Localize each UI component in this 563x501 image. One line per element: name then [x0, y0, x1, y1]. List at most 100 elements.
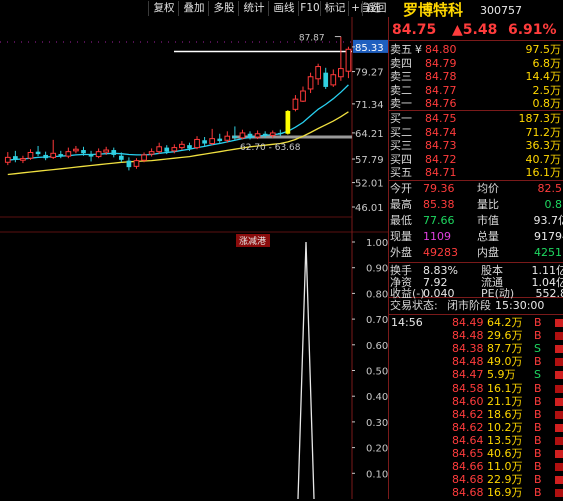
tick-flag [555, 463, 563, 471]
stat-value: 85.38 [423, 197, 455, 213]
candle-body [210, 139, 215, 144]
candle-body [127, 161, 132, 168]
multi-stock-button[interactable]: 多股 [208, 1, 239, 16]
indicator-axis-label: 0.90 [366, 264, 388, 275]
candle-body [119, 156, 124, 160]
price-chart[interactable]: 87.8762.70 - 63.68 85.3379.2771.3464.215… [0, 17, 388, 499]
stat-row[interactable]: 今开79.36均价82.51 [389, 181, 563, 197]
tick-flag [555, 385, 563, 393]
price-axis-label: 52.01 [355, 179, 384, 190]
candle-body [149, 152, 154, 154]
indicator-axis-label: 0.80 [366, 289, 388, 300]
stat-row[interactable]: 外盘 49283 内盘 42511 [389, 245, 563, 261]
bid-row[interactable]: 买五84.7116.1万 [389, 165, 563, 181]
ask-label: 卖一 [390, 96, 412, 112]
candle-body [157, 147, 162, 152]
candle-body [36, 152, 41, 154]
stock-code: 300757 [480, 3, 522, 19]
tick-flag [555, 489, 563, 497]
candle-body [164, 148, 169, 152]
candle-body [301, 91, 306, 101]
horizontal-levels [174, 52, 352, 138]
bid-price: 84.71 [425, 165, 457, 181]
candle-body [111, 150, 116, 155]
ask-volume: 0.8万 [533, 96, 562, 112]
statistics-button[interactable]: 统计 [238, 1, 269, 16]
stat-label: 内盘 [477, 245, 499, 261]
candle-body [43, 155, 48, 158]
stat-row[interactable]: 最低77.66市值93.7亿 [389, 213, 563, 229]
candle-body [248, 134, 253, 137]
candle-body [96, 152, 101, 157]
mark-button[interactable]: 标记 [320, 1, 349, 16]
candle-body [323, 73, 328, 87]
indicator-axis-label: 0.20 [366, 444, 388, 455]
ask-price: 84.76 [425, 96, 457, 112]
stat-value: 0.87 [545, 197, 563, 213]
candle-body [293, 99, 298, 109]
tick-flag [555, 358, 563, 366]
price-axis-label: 79.27 [355, 68, 384, 79]
price-change: ▲5.48 [452, 22, 497, 38]
bid-volume: 16.1万 [526, 165, 562, 181]
indicator-axis-label: 1.00 [366, 238, 388, 249]
stat-label: 量比 [477, 197, 499, 213]
tick-flag [555, 345, 563, 353]
candle-body [255, 134, 260, 137]
finance-value: 0.040 [423, 286, 455, 302]
price-axis-label: 46.01 [355, 203, 384, 214]
finance-label: PE(动) [481, 286, 514, 302]
ask-row[interactable]: 卖一 84.76 0.8万 [389, 96, 563, 112]
moving-averages [8, 85, 349, 175]
stat-label: 外盘 [390, 245, 412, 261]
indicator-axis-label: 0.50 [366, 367, 388, 378]
price-summary: 84.75 ▲5.48 6.91% [389, 22, 563, 40]
range-annotation: 62.70 - 63.68 [240, 143, 301, 153]
price-axis-label: 71.34 [355, 100, 384, 111]
stat-value: 42511 [534, 245, 563, 261]
tick-flag [555, 437, 563, 445]
candle-body [316, 67, 321, 79]
tick-flag [555, 476, 563, 484]
candle-body [180, 144, 185, 147]
tick-flag [555, 450, 563, 458]
restore-rights-button[interactable]: 复权 [148, 1, 179, 16]
finance-value: 552.8 [536, 286, 563, 302]
last-price: 84.75 [392, 22, 436, 38]
tick-flag [555, 371, 563, 379]
stat-label: 市值 [477, 213, 499, 229]
stat-row[interactable]: 现量1109总量91794 [389, 229, 563, 245]
indicator-title: 涨减港 [239, 235, 266, 247]
tick-flag [555, 319, 563, 327]
stat-label: 均价 [477, 181, 499, 197]
indicator-pane: 涨减港1.000.900.800.700.600.500.400.300.200… [236, 234, 388, 499]
price-change-pct: 6.91% [508, 22, 557, 38]
candle-body [142, 155, 147, 160]
candle-body [270, 133, 275, 135]
candle-body [346, 49, 351, 71]
f10-button[interactable]: F10 [298, 1, 321, 16]
stat-value: 91794 [534, 229, 563, 245]
finance-label: 收益(-) [390, 286, 425, 302]
draw-line-button[interactable]: 画线 [268, 1, 299, 16]
indicator-axis-label: 0.40 [366, 392, 388, 403]
stat-label: 最高 [390, 197, 412, 213]
price-axis: 85.3379.2771.3464.2157.7952.0146.01 [352, 40, 388, 214]
stat-value: 82.51 [538, 181, 563, 197]
overlay-button[interactable]: 叠加 [178, 1, 209, 16]
price-axis-label: 64.21 [355, 129, 384, 140]
return-button[interactable]: 返回 [362, 1, 389, 16]
stock-header: 罗博特科 300757 [389, 2, 563, 20]
stat-value: 77.66 [423, 213, 455, 229]
candle-body [308, 77, 313, 89]
stat-value: 49283 [423, 245, 458, 261]
indicator-axis-label: 0.60 [366, 341, 388, 352]
finance-row[interactable]: 收益(-)0.040 PE(动) 552.8 [389, 286, 563, 302]
chart-grid [0, 17, 388, 499]
tick-flag [555, 398, 563, 406]
stat-row[interactable]: 最高 85.38 量比 0.87 [389, 197, 563, 213]
stat-value: 1109 [423, 229, 451, 245]
stat-value: 93.7亿 [534, 213, 563, 229]
candle-body [13, 156, 18, 160]
indicator-spike [298, 242, 314, 499]
